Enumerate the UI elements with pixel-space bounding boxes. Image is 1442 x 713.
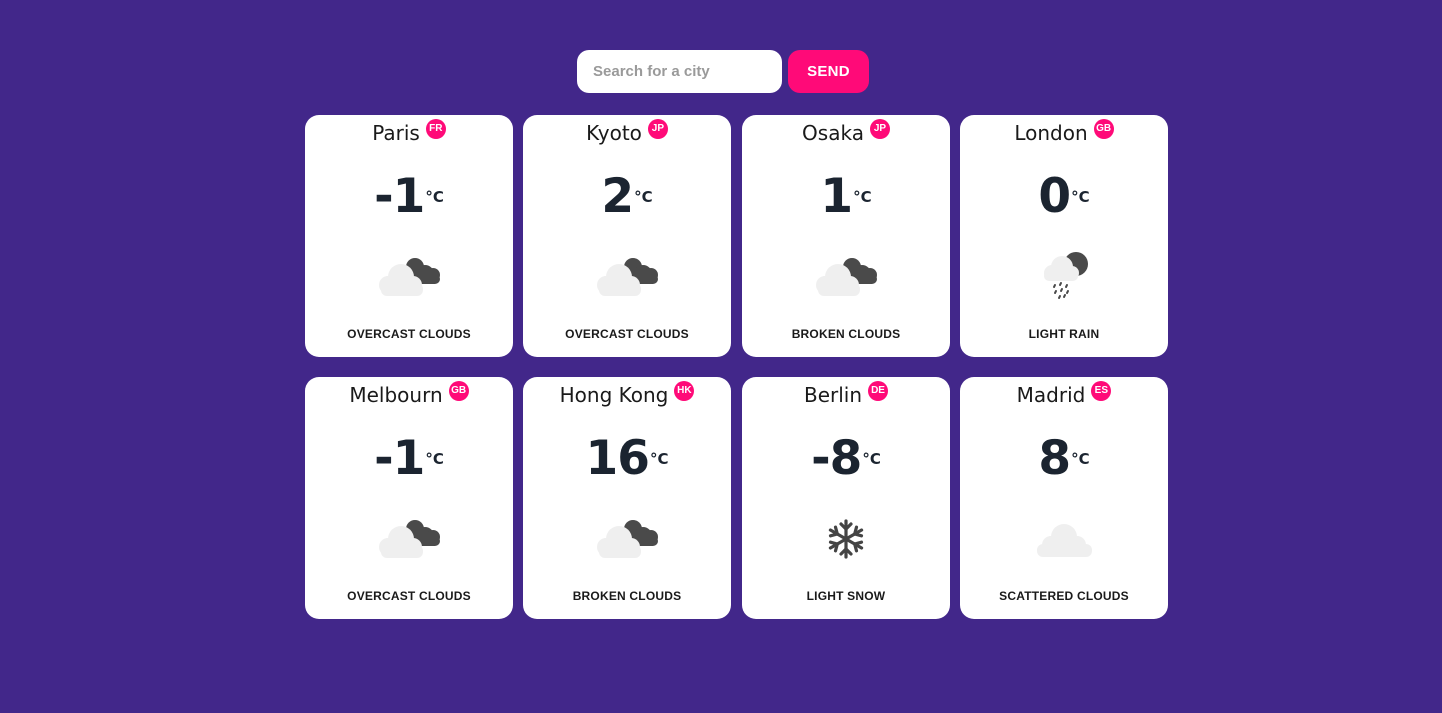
city-name: Berlin bbox=[803, 383, 863, 407]
city-card-kyoto: Kyoto JP 2°C OVERCAST CLOUDS bbox=[523, 115, 731, 357]
city-name: Kyoto bbox=[586, 121, 642, 145]
city-card-madrid: Madrid ES 8°C SCATTERED CLOUDS bbox=[960, 377, 1168, 619]
city-name: Madrid bbox=[1016, 383, 1086, 407]
rain-icon bbox=[1024, 247, 1104, 307]
weather-description: OVERCAST CLOUDS bbox=[347, 327, 471, 341]
temperature-unit: °C bbox=[853, 188, 872, 206]
temperature-value: 2 bbox=[601, 169, 634, 224]
temperature-value: -1 bbox=[374, 431, 425, 486]
weather-description: OVERCAST CLOUDS bbox=[565, 327, 689, 341]
scattered-clouds-icon bbox=[1024, 509, 1104, 569]
city-name: Melbourn bbox=[349, 383, 443, 407]
temperature-value: 0 bbox=[1038, 169, 1071, 224]
country-badge: HK bbox=[674, 380, 695, 401]
country-badge: FR bbox=[425, 118, 446, 139]
city-card-berlin: Berlin DE -8°C LIGHT SNOW bbox=[742, 377, 950, 619]
country-badge: JP bbox=[869, 118, 890, 139]
temperature-unit: °C bbox=[634, 188, 653, 206]
city-name: Paris bbox=[372, 121, 420, 145]
country-badge: JP bbox=[647, 118, 668, 139]
search-input[interactable] bbox=[577, 50, 782, 93]
send-button[interactable]: SEND bbox=[788, 50, 869, 93]
city-name: Osaka bbox=[802, 121, 864, 145]
temperature-unit: °C bbox=[425, 188, 444, 206]
city-card-melbourn: Melbourn GB -1°C OVERCAST CLOUDS bbox=[305, 377, 513, 619]
temperature-unit: °C bbox=[649, 450, 669, 468]
weather-description: LIGHT RAIN bbox=[1028, 327, 1100, 341]
search-form: SEND bbox=[577, 50, 869, 93]
weather-description: LIGHT SNOW bbox=[806, 589, 886, 603]
broken-clouds-icon bbox=[369, 509, 449, 569]
weather-description: BROKEN CLOUDS bbox=[791, 327, 901, 341]
broken-clouds-icon bbox=[806, 247, 886, 307]
broken-clouds-icon bbox=[587, 509, 667, 569]
weather-description: SCATTERED CLOUDS bbox=[999, 589, 1129, 603]
temperature-value: 1 bbox=[820, 169, 853, 224]
broken-clouds-icon bbox=[587, 247, 667, 307]
country-badge: GB bbox=[1093, 118, 1114, 139]
city-card-london: London GB 0°C LIGHT RAIN bbox=[960, 115, 1168, 357]
temperature-value: 8 bbox=[1038, 431, 1071, 486]
city-card-hong-kong: Hong Kong HK 16°C BROKEN CLOUDS bbox=[523, 377, 731, 619]
temperature-unit: °C bbox=[425, 450, 444, 468]
weather-description: BROKEN CLOUDS bbox=[572, 589, 682, 603]
country-badge: DE bbox=[868, 380, 889, 401]
temperature-value: -1 bbox=[374, 169, 425, 224]
weather-app: SEND ParisFR -1°C OVERCAST CLOUDS KyotoJ… bbox=[0, 0, 1442, 713]
city-card-osaka: Osaka JP 1°C BROKEN CLOUDS bbox=[742, 115, 950, 357]
temperature-unit: °C bbox=[862, 450, 881, 468]
temperature-unit: °C bbox=[1071, 450, 1090, 468]
temperature-value: 16 bbox=[585, 431, 650, 486]
city-card-paris: Paris FR -1°C OVERCAST CLOUDS bbox=[305, 115, 513, 357]
temperature-value: -8 bbox=[811, 431, 862, 486]
snowflake-icon bbox=[806, 509, 886, 569]
temperature-unit: °C bbox=[1071, 188, 1090, 206]
weather-description: OVERCAST CLOUDS bbox=[347, 589, 471, 603]
city-name: London bbox=[1014, 121, 1088, 145]
country-badge: GB bbox=[448, 380, 469, 401]
broken-clouds-icon bbox=[369, 247, 449, 307]
city-name: Hong Kong bbox=[559, 383, 669, 407]
country-badge: ES bbox=[1091, 380, 1112, 401]
